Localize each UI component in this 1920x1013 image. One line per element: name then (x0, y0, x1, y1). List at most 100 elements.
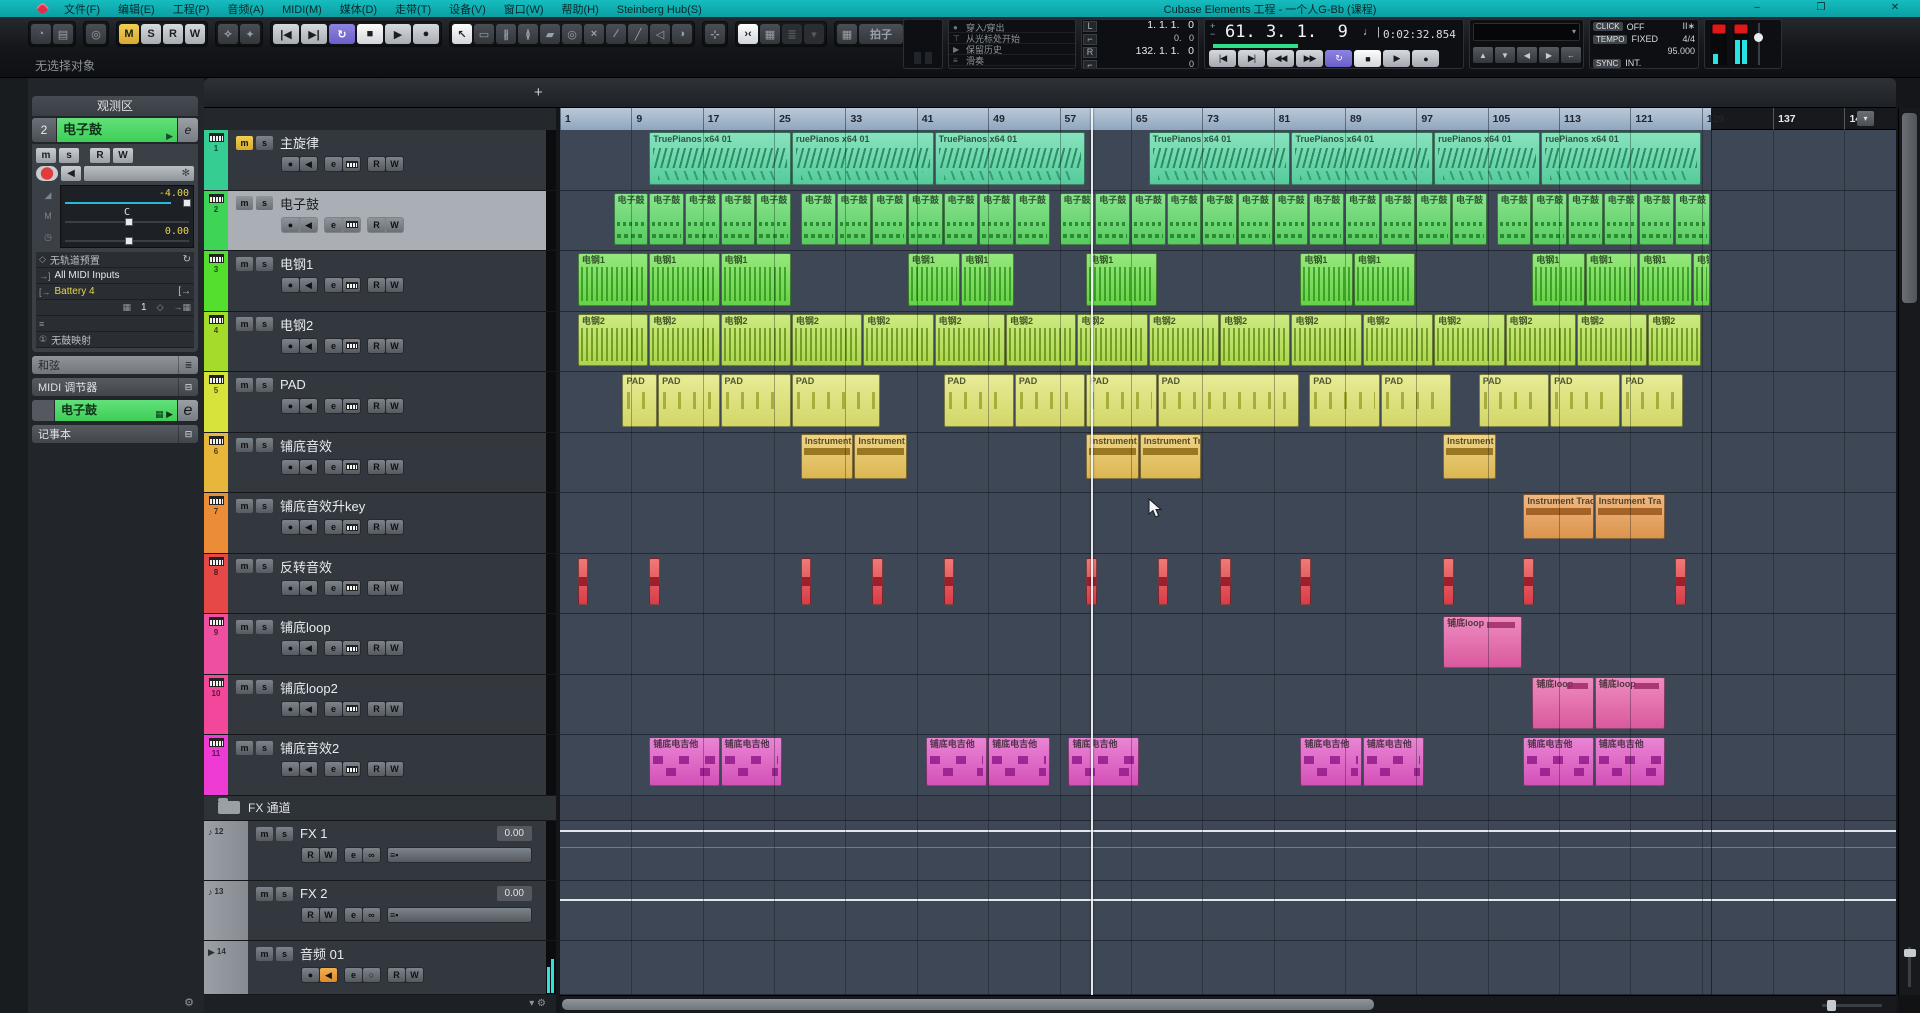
clip-电子鼓-track2[interactable]: 电子鼓 (1015, 193, 1050, 246)
track-mute-button[interactable]: m (236, 378, 253, 392)
clip-铺底电吉他-track11[interactable]: 铺底电吉他 (1068, 737, 1138, 786)
pan-knob[interactable] (125, 218, 133, 226)
output-field[interactable]: ≡▪ (388, 908, 531, 922)
track-row-13[interactable]: ♪13msFX 20.00RWe∞≡▪ (204, 881, 556, 941)
clip-TruePianos x64 01-track1[interactable]: TruePianos x64 01 (1291, 132, 1433, 185)
menu-item-7[interactable]: 走带(T) (386, 4, 440, 16)
volume-knob[interactable] (183, 199, 191, 207)
read-button[interactable]: R (368, 339, 385, 353)
insert-bypass-button[interactable]: ○ (363, 968, 380, 982)
track-mute-button[interactable]: m (236, 136, 253, 150)
forward-button[interactable]: ▶▶ (1296, 50, 1323, 67)
color-tool-button[interactable]: ◑ (672, 24, 692, 44)
clip-电钢2-track4[interactable]: 电钢2 (1149, 314, 1219, 367)
clip-电钢2-track4[interactable]: 电钢2 (1363, 314, 1433, 367)
automation-line[interactable] (560, 899, 1896, 901)
clip-电子鼓-track2[interactable]: 电子鼓 (801, 193, 836, 246)
delay-slider[interactable] (65, 237, 189, 245)
steinberg-hub-button[interactable]: ◎ (86, 24, 106, 44)
write-button[interactable]: W (386, 278, 403, 292)
clip-event-track8[interactable] (578, 558, 589, 605)
clip-电钢1-track3[interactable]: 电钢1 (1086, 253, 1156, 306)
track-name[interactable]: 铺底音效2 (280, 738, 339, 757)
draw-tool-button[interactable]: ∕ (606, 24, 626, 44)
clip-电子鼓-track2[interactable]: 电子鼓 (872, 193, 907, 246)
menu-item-11[interactable]: Steinberg Hub(S) (608, 4, 711, 16)
open-instrument-button[interactable] (343, 762, 360, 776)
bank-row[interactable]: ≡ (36, 316, 194, 332)
clip-铺底电吉他-track11[interactable]: 铺底电吉他 (721, 737, 782, 786)
track-mute-button[interactable]: m (236, 317, 253, 331)
goto-end-button[interactable]: ▶| (1238, 50, 1265, 67)
record-arm-button[interactable]: ● (282, 218, 299, 232)
write-button[interactable]: W (386, 762, 403, 776)
record-arm-button[interactable]: ● (282, 641, 299, 655)
clip-电子鼓-track2[interactable]: 电子鼓 (1452, 193, 1487, 246)
open-instrument-button[interactable] (343, 339, 360, 353)
clip-电钢2-track4[interactable]: 电钢2 (792, 314, 862, 367)
monitor-button[interactable]: ◀ (300, 762, 317, 776)
record-arm-button[interactable]: ● (282, 460, 299, 474)
bypass-insert-icon[interactable]: ∞ (363, 848, 380, 862)
clip-event-track8[interactable] (1675, 558, 1686, 605)
mute-all-button[interactable]: M (119, 24, 139, 44)
grid-type-button[interactable]: ≣ (782, 24, 802, 44)
cycle-button-transport[interactable]: ↻ (1325, 50, 1352, 67)
clip-event-track8[interactable] (944, 558, 955, 605)
edit-button[interactable]: e (345, 908, 362, 922)
delay-value[interactable]: 0.00 (65, 226, 189, 237)
open-instrument-button[interactable] (343, 581, 360, 595)
goto-start-button[interactable]: |◀ (1209, 50, 1236, 67)
track-row-11[interactable]: 11ms铺底音效2●◀eRW (204, 735, 556, 796)
close-button[interactable]: ✕ (1880, 0, 1910, 16)
vertical-zoom-knob[interactable] (1904, 949, 1916, 957)
track-name[interactable]: 铺底loop (280, 617, 331, 636)
clip-PAD-track5[interactable]: PAD (792, 374, 880, 427)
fx-level-value[interactable]: 0.00 (497, 826, 532, 841)
clip-电钢2-track4[interactable]: 电钢2 (935, 314, 1005, 367)
clip-电钢2-track4[interactable]: 电钢2 (649, 314, 719, 367)
zoom-tool-button[interactable]: ◎ (562, 24, 582, 44)
activate-project-button[interactable]: ◔ (31, 24, 51, 44)
reload-icon[interactable]: ↻ (183, 254, 191, 265)
clip-电子鼓-track2[interactable]: 电子鼓 (837, 193, 872, 246)
auto-punch-in-button[interactable]: ⟡ (218, 24, 238, 44)
clip-电钢2-track4[interactable]: 电钢2 (863, 314, 933, 367)
open-instrument-icon[interactable]: →▦ (173, 302, 191, 313)
clip-电子鼓-track2[interactable]: 电子鼓 (1345, 193, 1380, 246)
read-button[interactable]: R (302, 848, 319, 862)
inspector-header[interactable]: 观测区 (32, 96, 198, 116)
clip-电子鼓-track2[interactable]: 电子鼓 (908, 193, 943, 246)
line-tool-button[interactable]: ╱ (628, 24, 648, 44)
play-button[interactable]: ▶ (385, 24, 411, 44)
read-button[interactable]: R (368, 278, 385, 292)
write-button[interactable]: W (386, 702, 403, 716)
monitor-button[interactable]: ◀ (300, 218, 317, 232)
track-row-8[interactable]: 8ms反转音效●◀eRW (204, 554, 556, 615)
clip-event-track8[interactable] (1300, 558, 1311, 605)
horizontal-scrollbar-thumb[interactable] (562, 999, 1374, 1010)
add-track-button[interactable]: + (534, 85, 543, 100)
clip-电钢1-track3[interactable]: 电钢1 (578, 253, 648, 306)
delay-knob[interactable] (125, 237, 133, 245)
menu-item-1[interactable]: 文件(F) (55, 4, 109, 16)
tempo-value[interactable]: 95.000 (1667, 46, 1695, 56)
monitor-button[interactable]: ◀ (300, 641, 317, 655)
record-modes-panel[interactable]: ●穿入/穿出⊤从光标处开始▶保留历史≡滑奏 (948, 19, 1076, 69)
playhead[interactable] (1091, 108, 1093, 995)
monitor-button[interactable]: ◀ (300, 460, 317, 474)
clip-电子鼓-track2[interactable]: 电子鼓 (649, 193, 684, 246)
record-arm-button[interactable]: ● (282, 762, 299, 776)
clip-TruePianos x64 01-track1[interactable]: TruePianos x64 01 (649, 132, 791, 185)
clip-event-track8[interactable] (1523, 558, 1534, 605)
clip-电子鼓-track2[interactable]: 电子鼓 (1095, 193, 1130, 246)
track-row-5[interactable]: 5msPAD●◀eRW (204, 372, 556, 433)
clip-event-track8[interactable] (872, 558, 883, 605)
clip-电钢2-track4[interactable]: 电钢2 (1577, 314, 1647, 367)
edit-button[interactable]: e (345, 848, 362, 862)
click-value[interactable]: OFF (1627, 22, 1645, 32)
ruler-options-button[interactable]: ▾ (1857, 111, 1874, 126)
clip-电子鼓-track2[interactable]: 电子鼓 (1497, 193, 1532, 246)
write-button[interactable]: W (320, 848, 337, 862)
clip-event-track8[interactable] (801, 558, 812, 605)
